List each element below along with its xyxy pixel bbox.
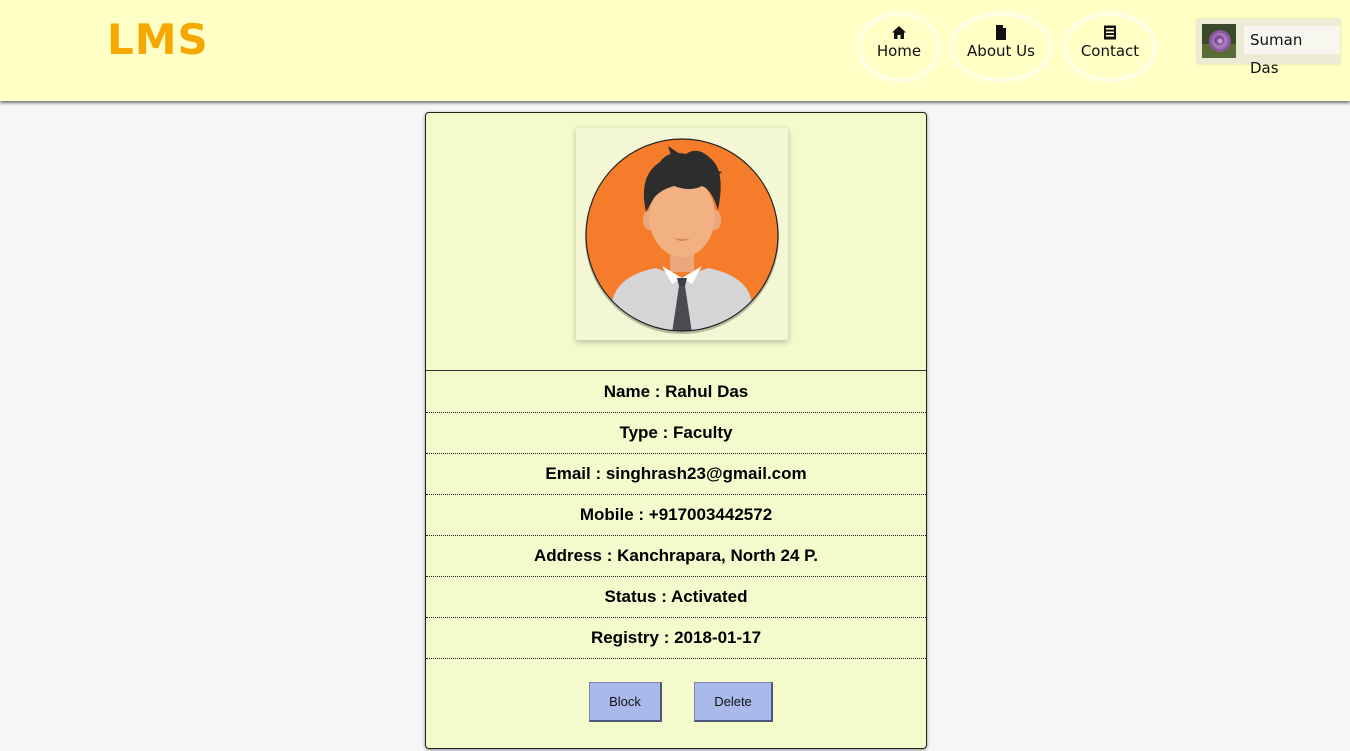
delete-button[interactable]: Delete — [694, 682, 773, 722]
photo-divider — [426, 370, 926, 371]
nav-contact-label: Contact — [1080, 42, 1140, 60]
profile-mobile: Mobile : +917003442572 — [426, 495, 926, 536]
profile-address: Address : Kanchrapara, North 24 P. — [426, 536, 926, 577]
user-avatar — [1202, 24, 1236, 58]
profile-photo — [576, 128, 788, 340]
file-icon — [996, 25, 1006, 40]
profile-type: Type : Faculty — [426, 413, 926, 454]
contact-card-icon — [1104, 25, 1116, 40]
profile-email: Email : singhrash23@gmail.com — [426, 454, 926, 495]
profile-card: Name : Rahul Das Type : Faculty Email : … — [425, 112, 927, 749]
flower-avatar-icon — [1202, 24, 1236, 58]
profile-name: Name : Rahul Das — [426, 372, 926, 413]
male-avatar-icon — [585, 138, 779, 334]
profile-registry: Registry : 2018-01-17 — [426, 618, 926, 659]
nav-about-us[interactable]: About Us — [952, 15, 1050, 79]
nav-home-label: Home — [876, 42, 922, 60]
app-logo[interactable]: LMS — [107, 14, 209, 66]
profile-status: Status : Activated — [426, 577, 926, 618]
user-menu[interactable]: Suman Das — [1197, 19, 1340, 77]
nav-about-label: About Us — [967, 42, 1035, 60]
nav-contact[interactable]: Contact — [1066, 15, 1154, 79]
home-icon — [892, 26, 906, 39]
block-button[interactable]: Block — [589, 682, 662, 722]
nav-home[interactable]: Home — [860, 15, 938, 79]
top-header: LMS Home About Us Contact Suman Das — [0, 0, 1350, 101]
user-name: Suman Das — [1244, 26, 1340, 77]
